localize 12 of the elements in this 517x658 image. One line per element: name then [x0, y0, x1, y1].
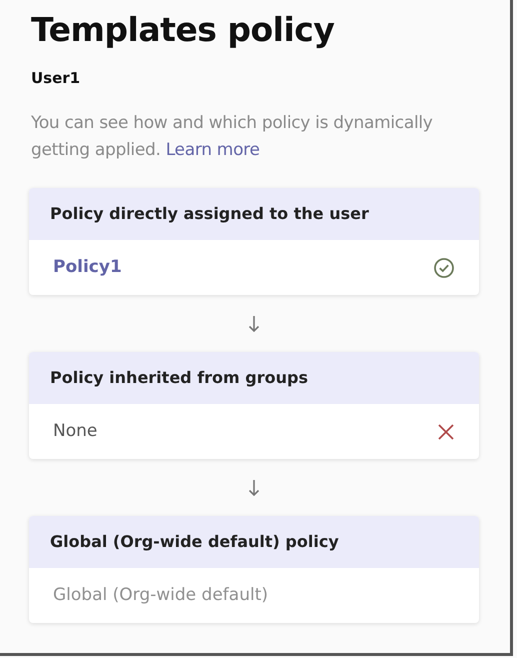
policy-value: Global (Org-wide default) [53, 584, 268, 607]
policy-value: None [53, 420, 98, 443]
description-text: You can see how and which policy is dynamically getting applied. Learn more [31, 112, 434, 162]
down-arrow-icon [248, 314, 260, 333]
down-arrow-icon [248, 478, 260, 497]
user-name: User1 [31, 68, 82, 89]
learn-more-link[interactable]: Learn more [166, 140, 260, 160]
card-header: Global (Org-wide default) policy [29, 516, 479, 568]
card-header: Policy inherited from groups [29, 352, 479, 404]
card-header: Policy directly assigned to the user [29, 188, 479, 240]
policy-value: Policy1 [53, 256, 122, 279]
page-title: Templates policy [31, 10, 336, 50]
